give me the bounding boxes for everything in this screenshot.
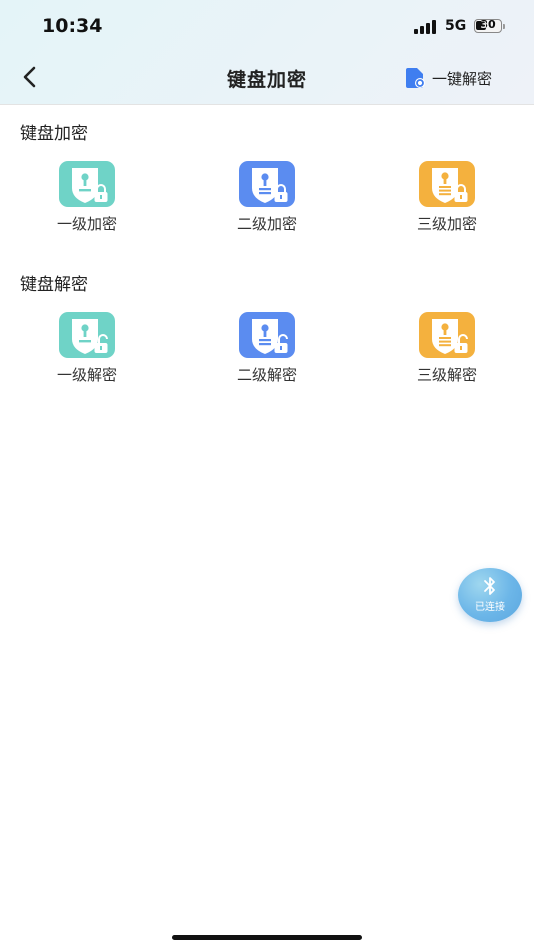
encrypt-level-2[interactable]: 二级加密 xyxy=(207,160,327,234)
decrypt-level-2[interactable]: 二级解密 xyxy=(207,311,327,385)
section-title-encrypt: 键盘加密 xyxy=(20,124,88,144)
decrypt-level-3-label: 三级解密 xyxy=(416,366,477,384)
battery-level: 30 xyxy=(480,18,496,31)
decrypt-level-3[interactable]: 三级解密 xyxy=(387,311,507,385)
encrypt-level-2-label: 二级加密 xyxy=(236,215,297,233)
encrypt-level-3[interactable]: 三级加密 xyxy=(387,160,507,234)
decrypt-level-1-label: 一级解密 xyxy=(56,366,117,384)
status-time: 10:34 xyxy=(42,15,103,37)
encrypt-level-1[interactable]: 一级加密 xyxy=(27,160,147,234)
bluetooth-icon xyxy=(484,577,495,595)
nav-bar: 键盘加密 一键解密 xyxy=(0,54,534,102)
decrypt-level-2-label: 二级解密 xyxy=(236,366,297,384)
shield-lock-icon xyxy=(419,161,475,207)
status-bar: 10:34 5G 30 xyxy=(0,0,534,54)
encrypt-grid: 一级加密 二级加密 三级加密 xyxy=(0,160,534,250)
shield-lock-icon xyxy=(239,161,295,207)
shield-unlock-icon xyxy=(419,312,475,358)
bluetooth-status-label: 已连接 xyxy=(475,602,505,613)
bluetooth-status-badge[interactable]: 已连接 xyxy=(458,568,522,622)
shield-unlock-icon xyxy=(239,312,295,358)
document-unlock-icon xyxy=(406,68,425,88)
one-key-decrypt-label: 一键解密 xyxy=(432,69,493,88)
encrypt-level-1-label: 一级加密 xyxy=(56,215,117,233)
one-key-decrypt-button[interactable]: 一键解密 xyxy=(404,67,492,89)
signal-icon xyxy=(414,20,438,34)
home-indicator[interactable] xyxy=(172,935,362,940)
decrypt-level-1[interactable]: 一级解密 xyxy=(27,311,147,385)
battery-cap xyxy=(503,24,505,29)
battery-icon: 30 xyxy=(474,18,502,33)
encrypt-level-3-label: 三级加密 xyxy=(416,215,477,233)
shield-unlock-icon xyxy=(59,312,115,358)
network-type: 5G xyxy=(445,18,467,34)
decrypt-grid: 一级解密 二级解密 三级解密 xyxy=(0,311,534,401)
shield-lock-icon xyxy=(59,161,115,207)
section-title-decrypt: 键盘解密 xyxy=(20,275,88,295)
